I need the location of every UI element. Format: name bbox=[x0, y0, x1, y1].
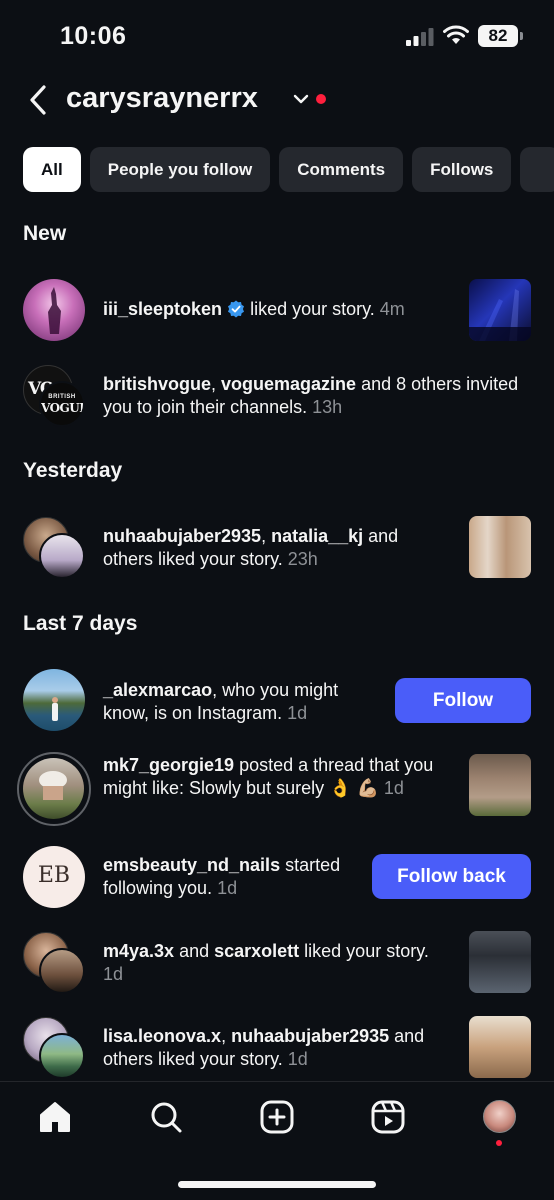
timestamp: 1d bbox=[287, 1049, 308, 1069]
avatar-ring[interactable] bbox=[17, 752, 91, 826]
home-indicator[interactable] bbox=[178, 1181, 376, 1188]
separator: , bbox=[211, 374, 222, 394]
notification-text: britishvogue, voguemagazine and 8 others… bbox=[103, 373, 523, 419]
home-icon[interactable] bbox=[38, 1100, 72, 1134]
avatar[interactable]: EB bbox=[23, 846, 85, 908]
story-thumbnail[interactable] bbox=[469, 516, 531, 578]
thread-thumbnail[interactable] bbox=[469, 754, 531, 816]
story-thumbnail[interactable] bbox=[469, 279, 531, 341]
avatar[interactable] bbox=[39, 1033, 85, 1079]
notification-row[interactable]: mk7_georgie19 posted a thread that you m… bbox=[0, 752, 554, 828]
follow-button[interactable]: Follow bbox=[395, 678, 531, 723]
username[interactable]: lisa.leonova.x bbox=[103, 1026, 221, 1046]
timestamp: 1d bbox=[217, 878, 238, 898]
avatar[interactable] bbox=[23, 669, 85, 731]
follow-back-button[interactable]: Follow back bbox=[372, 854, 531, 899]
status-bar: 10:06 82 bbox=[0, 0, 554, 70]
eb-logo: EB bbox=[37, 863, 71, 888]
notification-message: liked your story. bbox=[245, 299, 380, 319]
profile-notification-dot bbox=[496, 1140, 502, 1146]
notification-text: mk7_georgie19 posted a thread that you m… bbox=[103, 754, 453, 800]
notification-dot bbox=[316, 94, 326, 104]
verified-badge-icon bbox=[228, 300, 245, 318]
separator: , bbox=[221, 1026, 232, 1046]
notification-row[interactable]: EB emsbeauty_nd_nails started following … bbox=[0, 846, 554, 910]
notification-row[interactable]: m4ya.3x and scarxolett liked your story.… bbox=[0, 930, 554, 996]
chevron-down-icon[interactable] bbox=[292, 92, 310, 106]
notification-row[interactable]: _alexmarcao, who you might know, is on I… bbox=[0, 669, 554, 733]
separator: , bbox=[261, 526, 272, 546]
timestamp: 1d bbox=[383, 778, 404, 798]
header: carysraynerrx bbox=[0, 74, 554, 128]
filter-people-you-follow[interactable]: People you follow bbox=[89, 147, 271, 192]
create-icon[interactable] bbox=[260, 1100, 294, 1134]
vogue-wordmark: VOGUE bbox=[41, 401, 85, 415]
section-yesterday: Yesterday bbox=[23, 459, 123, 482]
filter-follows[interactable]: Follows bbox=[412, 147, 512, 192]
status-time: 10:06 bbox=[60, 22, 127, 50]
story-thumbnail[interactable] bbox=[469, 1016, 531, 1078]
filter-more[interactable] bbox=[520, 147, 554, 192]
username[interactable]: scarxolett bbox=[214, 941, 299, 961]
wifi-icon bbox=[443, 25, 469, 44]
avatar[interactable] bbox=[39, 533, 85, 579]
timestamp: 23h bbox=[287, 549, 318, 569]
avatar[interactable] bbox=[39, 948, 85, 994]
notification-text: _alexmarcao, who you might know, is on I… bbox=[103, 679, 383, 725]
username[interactable]: britishvogue bbox=[103, 374, 211, 394]
british-label: BRITISH bbox=[48, 394, 76, 400]
username[interactable]: natalia__kj bbox=[271, 526, 363, 546]
avatar-british-vogue[interactable]: BRITISH VOGUE bbox=[39, 381, 85, 427]
notification-row[interactable]: VO BRITISH VOGUE britishvogue, voguemaga… bbox=[0, 363, 554, 429]
username[interactable]: nuhaabujaber2935 bbox=[103, 526, 261, 546]
notification-text: nuhaabujaber2935, natalia__kj and others… bbox=[103, 525, 453, 571]
back-arrow-icon[interactable] bbox=[24, 82, 54, 118]
username[interactable]: _alexmarcao bbox=[103, 680, 212, 700]
concert-lights bbox=[469, 289, 531, 341]
timestamp: 1d bbox=[103, 964, 124, 984]
performer-silhouette bbox=[48, 287, 61, 334]
story-thumbnail[interactable] bbox=[469, 931, 531, 993]
notification-text: iii_sleeptoken liked your story. 4m bbox=[103, 298, 463, 321]
notification-text: m4ya.3x and scarxolett liked your story.… bbox=[103, 940, 443, 986]
search-icon[interactable] bbox=[149, 1100, 183, 1134]
person-figure bbox=[52, 697, 58, 721]
notification-text: lisa.leonova.x, nuhaabujaber2935 and oth… bbox=[103, 1025, 453, 1071]
username[interactable]: emsbeauty_nd_nails bbox=[103, 855, 280, 875]
username[interactable]: mk7_georgie19 bbox=[103, 755, 234, 775]
notification-row[interactable]: nuhaabujaber2935, natalia__kj and others… bbox=[0, 515, 554, 581]
username[interactable]: m4ya.3x bbox=[103, 941, 174, 961]
section-last-7-days: Last 7 days bbox=[23, 612, 138, 635]
timestamp: 13h bbox=[312, 397, 343, 417]
section-new: New bbox=[23, 222, 67, 245]
signal-icon bbox=[406, 28, 434, 46]
profile-avatar[interactable] bbox=[483, 1100, 516, 1133]
timestamp: 1d bbox=[287, 703, 308, 723]
username[interactable]: nuhaabujaber2935 bbox=[231, 1026, 389, 1046]
timestamp: 4m bbox=[379, 299, 405, 319]
username[interactable]: voguemagazine bbox=[221, 374, 356, 394]
notification-message: liked your story. bbox=[299, 941, 429, 961]
notification-row[interactable]: iii_sleeptoken liked your story. 4m bbox=[0, 279, 554, 343]
avatar[interactable] bbox=[23, 279, 85, 341]
battery-nub bbox=[520, 32, 523, 40]
filter-comments[interactable]: Comments bbox=[279, 147, 404, 192]
username[interactable]: iii_sleeptoken bbox=[103, 299, 222, 319]
battery-level: 82 bbox=[478, 25, 518, 47]
account-switcher[interactable]: carysraynerrx bbox=[66, 82, 258, 115]
filter-all[interactable]: All bbox=[23, 147, 81, 192]
notification-row[interactable]: lisa.leonova.x, nuhaabujaber2935 and oth… bbox=[0, 1015, 554, 1081]
avatar bbox=[23, 758, 84, 819]
filter-bar: All People you follow Comments Follows bbox=[23, 147, 554, 193]
person-figure bbox=[39, 771, 67, 800]
reels-icon[interactable] bbox=[371, 1100, 405, 1134]
notification-text: emsbeauty_nd_nails started following you… bbox=[103, 854, 363, 900]
separator: and bbox=[174, 941, 215, 961]
